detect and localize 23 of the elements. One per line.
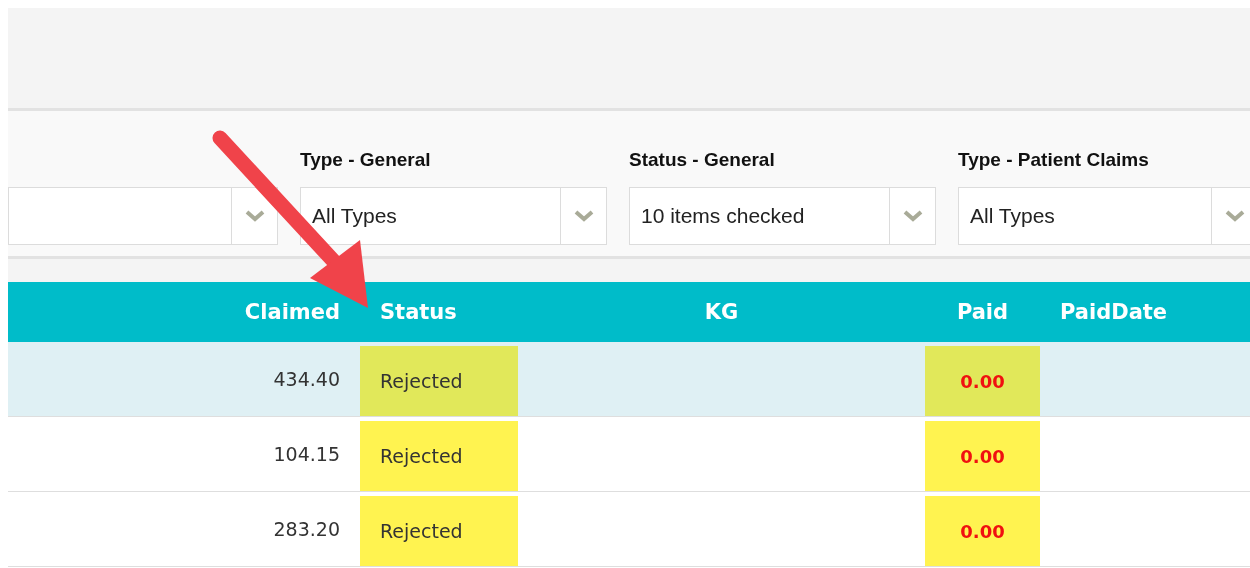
table-cell-text: Rejected	[380, 370, 463, 392]
chevron-down-icon	[1224, 210, 1245, 222]
dropdown-field[interactable]: 10 items checked	[629, 187, 936, 245]
table-row[interactable]: 104.15 Rejected 0.00	[8, 417, 1250, 492]
table-cell-text: 0.00	[960, 370, 1005, 392]
filter-label: Status - General	[629, 149, 776, 171]
filter-label: Type - Patient Claims	[958, 149, 1150, 171]
table-cell-text: Rejected	[380, 520, 463, 542]
table-cell-text: 283.20	[273, 518, 340, 540]
table-cell-text: 0.00	[960, 445, 1005, 467]
dropdown-field[interactable]	[8, 187, 278, 245]
table-cell-text: 0.00	[960, 520, 1005, 542]
chevron-down-icon	[244, 210, 265, 222]
table-cell-text: Rejected	[380, 445, 463, 467]
dropdown-field[interactable]: All Types	[958, 187, 1250, 245]
filter-label: Type - General	[300, 149, 432, 171]
chevron-down-icon	[902, 210, 923, 222]
chevron-down-icon	[573, 210, 594, 222]
table-cell-text: 434.40	[273, 368, 340, 390]
table-row[interactable]: 283.20 Rejected 0.00	[8, 492, 1250, 567]
table-row[interactable]: 434.40 Rejected 0.00	[8, 342, 1250, 417]
table-cell-text: 104.15	[273, 443, 340, 465]
dropdown-field[interactable]: All Types	[300, 187, 607, 245]
